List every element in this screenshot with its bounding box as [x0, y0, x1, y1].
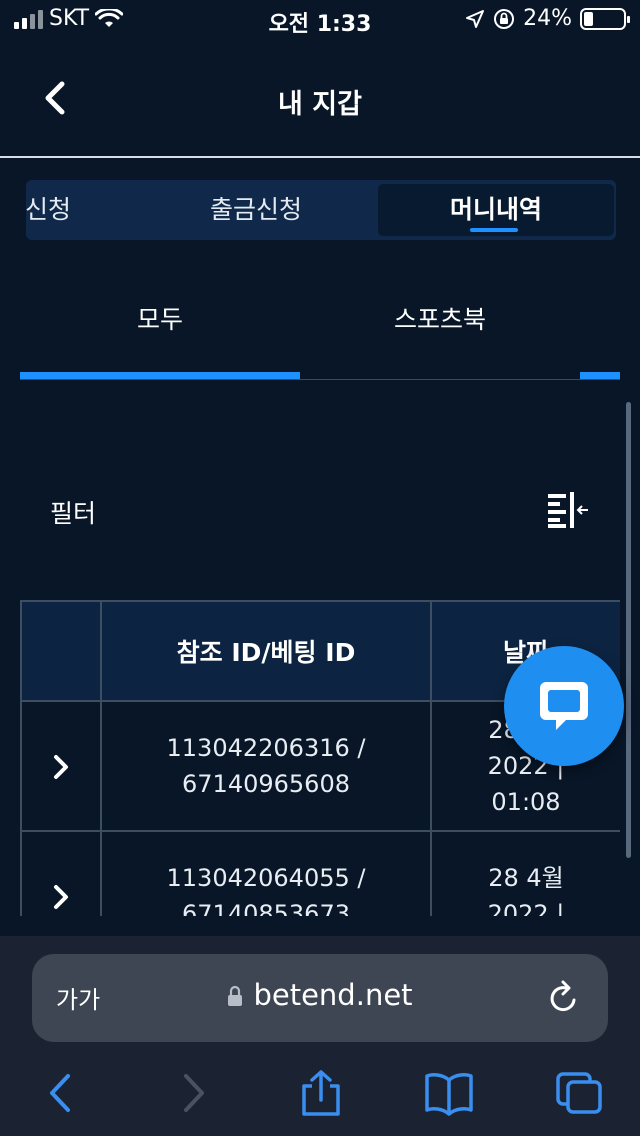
- table-row[interactable]: 113042064055 / 67140853673 28 4월 2022 |: [20, 830, 620, 916]
- status-right: 24%: [465, 6, 630, 31]
- sub-tab-all[interactable]: 모두: [20, 300, 300, 336]
- chevron-right-icon[interactable]: [50, 882, 72, 912]
- sub-tab-indicator-partial: [580, 372, 620, 379]
- battery-fill: [584, 11, 593, 26]
- ref-id-line: 113042206316 /: [166, 734, 366, 762]
- status-bar: SKT 오전 1:33 24%: [0, 0, 640, 40]
- orientation-lock-icon: [494, 8, 515, 29]
- history-table: 참조 ID/베팅 ID 날짜 113042206316 / 6714096560…: [20, 600, 620, 916]
- tab-money-history-label: 머니내역: [449, 195, 542, 224]
- reload-icon[interactable]: [546, 978, 582, 1018]
- date-cell: 28 4월 2022 |: [430, 830, 620, 916]
- date-line: 28 4월: [488, 864, 564, 892]
- chat-bubble-icon: [540, 682, 588, 730]
- wallet-tab-bar: 신청 출금신청 머니내역: [26, 180, 616, 240]
- chat-button[interactable]: [504, 646, 624, 766]
- tab-deposit-request[interactable]: 신청: [26, 180, 88, 240]
- url-text: betend.net: [253, 978, 413, 1012]
- sub-tab-indicator: [20, 372, 300, 379]
- header: 내 지갑: [0, 40, 640, 158]
- filter-toggle-icon[interactable]: [546, 490, 590, 530]
- address-bar[interactable]: 가가 betend.net: [32, 954, 608, 1042]
- ref-id-cell: 113042064055 / 67140853673: [100, 830, 432, 916]
- tab-money-history[interactable]: 머니내역: [378, 184, 614, 236]
- browser-forward-icon[interactable]: [166, 1070, 216, 1116]
- expand-cell[interactable]: [20, 830, 102, 916]
- location-arrow-icon: [466, 9, 485, 28]
- active-tab-indicator: [470, 228, 518, 232]
- page-title: 내 지갑: [278, 89, 362, 120]
- bet-id-line: 67140965608: [182, 770, 350, 798]
- tab-withdraw-request[interactable]: 출금신청: [176, 180, 336, 240]
- header-expand: [20, 600, 102, 702]
- ref-id-cell: 113042206316 / 67140965608: [100, 700, 432, 832]
- time-line: 01:08: [491, 788, 561, 816]
- date-line: 2022 |: [487, 900, 565, 916]
- tabs-icon[interactable]: [554, 1070, 604, 1116]
- sub-tab-bar: 모두 스포츠북: [20, 290, 620, 380]
- header-ref-id: 참조 ID/베팅 ID: [100, 600, 432, 702]
- expand-cell[interactable]: [20, 700, 102, 832]
- bet-id-line: 67140853673: [182, 900, 350, 916]
- ref-id-line: 113042064055 /: [166, 864, 366, 892]
- sub-tab-sportsbook[interactable]: 스포츠북: [300, 300, 580, 336]
- filter-label: 필터: [50, 499, 97, 528]
- battery-icon: [580, 7, 630, 30]
- browser-nav-row: [0, 1056, 640, 1126]
- scrollbar[interactable]: [626, 402, 631, 858]
- browser-toolbar: 가가 betend.net: [0, 936, 640, 1136]
- bookmarks-icon[interactable]: [424, 1070, 474, 1116]
- url-display[interactable]: betend.net: [32, 978, 608, 1012]
- chevron-right-icon[interactable]: [50, 752, 72, 782]
- lock-icon: [228, 985, 243, 1006]
- battery-percent: 24%: [523, 6, 572, 31]
- browser-back-icon[interactable]: [38, 1070, 88, 1116]
- share-icon[interactable]: [296, 1070, 346, 1116]
